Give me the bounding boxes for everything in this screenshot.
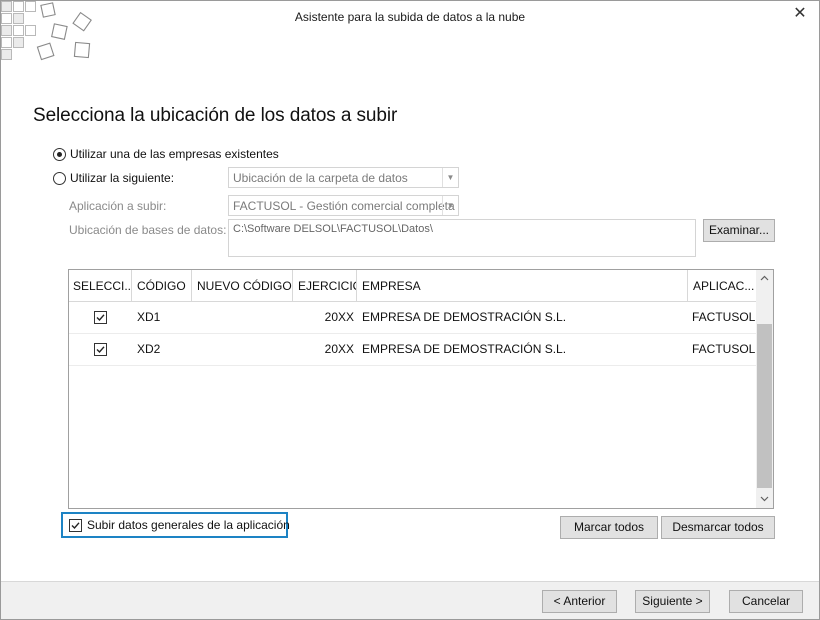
column-header-nuevo-codigo[interactable]: NUEVO CÓDIGO	[192, 270, 293, 302]
scroll-up-icon[interactable]	[756, 270, 773, 287]
cell-empresa: EMPRESA DE DEMOSTRACIÓN S.L.	[362, 310, 567, 324]
cell-ejercicio: 20XX	[324, 310, 354, 324]
table-row[interactable]: XD1 20XX EMPRESA DE DEMOSTRACIÓN S.L. FA…	[69, 302, 757, 334]
general-data-option[interactable]: Subir datos generales de la aplicación	[61, 512, 290, 538]
application-value: FACTUSOL - Gestión comercial completa	[233, 199, 455, 213]
radio-existing-label: Utilizar una de las empresas existentes	[70, 147, 279, 161]
radio-custom-location[interactable]: Utilizar la siguiente:	[53, 170, 174, 186]
cell-empresa: EMPRESA DE DEMOSTRACIÓN S.L.	[362, 342, 567, 356]
general-data-checkbox[interactable]	[69, 519, 82, 532]
cell-codigo: XD2	[137, 342, 161, 356]
column-header-empresa[interactable]: EMPRESA	[357, 270, 688, 302]
browse-button[interactable]: Examinar...	[703, 219, 775, 242]
title-bar: Asistente para la subida de datos a la n…	[1, 1, 819, 61]
check-icon	[96, 346, 105, 354]
radio-indicator[interactable]	[53, 147, 66, 161]
chevron-down-icon[interactable]: ▼	[442, 168, 458, 187]
column-header-aplicacion[interactable]: APLICAC...	[688, 270, 757, 302]
row-checkbox[interactable]	[94, 311, 107, 324]
next-button[interactable]: Siguiente >	[635, 590, 710, 613]
companies-grid: SELECCI... CÓDIGO NUEVO CÓDIGO EJERCICIO…	[68, 269, 774, 509]
chevron-down-icon[interactable]: ▼	[442, 196, 458, 215]
cell-codigo: XD1	[137, 310, 161, 324]
footer-bar: < Anterior Siguiente > Cancelar	[1, 582, 819, 619]
radio-custom-label: Utilizar la siguiente:	[70, 171, 175, 185]
scrollbar-thumb[interactable]	[757, 324, 772, 488]
vertical-scrollbar[interactable]	[756, 270, 773, 508]
cancel-button[interactable]: Cancelar	[729, 590, 803, 613]
back-button[interactable]: < Anterior	[542, 590, 617, 613]
db-location-field[interactable]: C:\Software DELSOL\FACTUSOL\Datos\	[228, 219, 696, 257]
mark-all-button[interactable]: Marcar todos	[560, 516, 658, 539]
window-title: Asistente para la subida de datos a la n…	[294, 10, 526, 24]
row-checkbox[interactable]	[94, 343, 107, 356]
cell-ejercicio: 20XX	[324, 342, 354, 356]
close-icon: ✕	[793, 5, 807, 22]
general-data-label: Subir datos generales de la aplicación	[87, 518, 290, 532]
unmark-all-button[interactable]: Desmarcar todos	[661, 516, 775, 539]
table-row[interactable]: XD2 20XX EMPRESA DE DEMOSTRACIÓN S.L. FA…	[69, 334, 757, 366]
column-header-seleccion[interactable]: SELECCI...	[69, 270, 132, 302]
folder-location-value: Ubicación de la carpeta de datos	[233, 171, 408, 185]
cell-aplicacion: FACTUSOL	[692, 310, 756, 324]
check-icon	[96, 314, 105, 322]
page-title: Selecciona la ubicación de los datos a s…	[33, 105, 398, 126]
folder-location-combo[interactable]: Ubicación de la carpeta de datos ▼	[228, 167, 459, 188]
application-label: Aplicación a subir:	[69, 199, 167, 213]
radio-existing-companies[interactable]: Utilizar una de las empresas existentes	[53, 146, 279, 162]
grid-header: SELECCI... CÓDIGO NUEVO CÓDIGO EJERCICIO…	[69, 270, 757, 302]
check-icon	[71, 522, 80, 530]
column-header-ejercicio[interactable]: EJERCICIO	[293, 270, 357, 302]
scroll-down-icon[interactable]	[756, 491, 773, 508]
cell-aplicacion: FACTUSOL	[692, 342, 756, 356]
radio-indicator[interactable]	[53, 171, 66, 185]
close-button[interactable]: ✕	[787, 4, 813, 26]
wizard-window: Asistente para la subida de datos a la n…	[0, 0, 820, 620]
application-combo[interactable]: FACTUSOL - Gestión comercial completa ▼	[228, 195, 459, 216]
db-location-label: Ubicación de bases de datos:	[69, 223, 227, 237]
column-header-codigo[interactable]: CÓDIGO	[132, 270, 192, 302]
